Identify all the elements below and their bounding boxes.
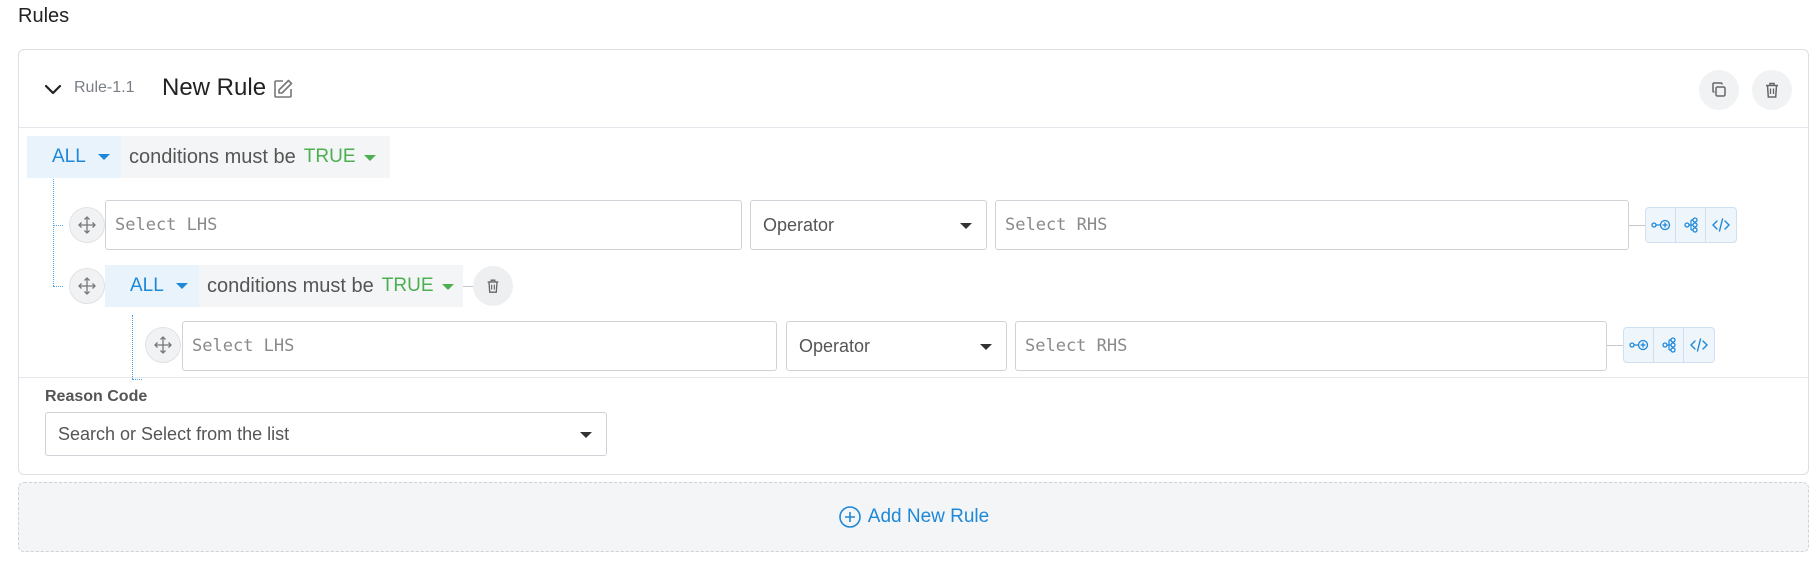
tree-connector (53, 225, 63, 226)
add-new-rule-button[interactable]: Add New Rule (18, 482, 1809, 552)
operator-select[interactable]: Operator (750, 200, 987, 250)
condition-actions (1645, 207, 1737, 243)
rhs-input[interactable] (1015, 321, 1607, 371)
rule-card: Rule-1.1 New Rule ALL conditions must be… (18, 49, 1809, 475)
trash-icon (487, 279, 499, 293)
reason-code-placeholder: Search or Select from the list (58, 423, 290, 444)
move-icon (78, 277, 96, 295)
group-header: ALL conditions must be TRUE (27, 136, 390, 178)
combinator-value: ALL (52, 146, 86, 167)
nested-group-header: ALL conditions must be TRUE (105, 265, 463, 307)
operator-value: Operator (799, 335, 871, 356)
code-button[interactable] (1706, 208, 1736, 242)
add-condition-button[interactable] (1624, 328, 1654, 362)
reason-code-label: Reason Code (45, 388, 148, 405)
connector-line (1629, 225, 1645, 226)
code-icon (1712, 218, 1730, 232)
chevron-down-icon[interactable] (41, 77, 65, 101)
delete-rule-button[interactable] (1752, 70, 1792, 110)
operator-select[interactable]: Operator (786, 321, 1007, 371)
add-group-button[interactable] (1676, 208, 1706, 242)
connector-line (463, 286, 473, 287)
add-new-rule-label: Add New Rule (867, 506, 990, 527)
add-condition-icon (1628, 339, 1648, 351)
caret-down-icon (960, 223, 972, 229)
code-button[interactable] (1684, 328, 1714, 362)
truth-select[interactable]: TRUE (296, 146, 384, 168)
lhs-input[interactable] (105, 200, 742, 250)
rhs-input[interactable] (995, 200, 1629, 250)
truth-value: TRUE (303, 146, 356, 167)
truth-select[interactable]: TRUE (374, 275, 462, 297)
copy-rule-button[interactable] (1699, 70, 1739, 110)
trash-icon (1766, 82, 1778, 98)
caret-down-icon (580, 432, 592, 438)
copy-icon (1712, 82, 1726, 97)
edit-icon[interactable] (271, 77, 295, 101)
combinator-select[interactable]: ALL (27, 136, 121, 178)
section-title: Rules (18, 5, 70, 27)
rule-header: Rule-1.1 New Rule (19, 50, 1808, 128)
operator-value: Operator (763, 214, 835, 235)
lhs-input[interactable] (182, 321, 777, 371)
add-group-button[interactable] (1654, 328, 1684, 362)
rule-name: New Rule (162, 74, 267, 101)
caret-down-icon (363, 155, 376, 161)
drag-handle[interactable] (69, 207, 105, 243)
connector-line (1607, 345, 1623, 346)
caret-down-icon (441, 284, 454, 290)
condition-actions (1623, 327, 1715, 363)
tree-connector (132, 315, 133, 379)
caret-down-icon (176, 283, 188, 289)
conditions-area: ALL conditions must be TRUE Operator (19, 128, 1808, 380)
combinator-value: ALL (130, 275, 164, 296)
add-condition-button[interactable] (1646, 208, 1676, 242)
conditions-text: conditions must be (207, 274, 374, 297)
caret-down-icon (98, 154, 110, 160)
caret-down-icon (980, 344, 992, 350)
truth-value: TRUE (381, 275, 434, 296)
combinator-select[interactable]: ALL (105, 265, 199, 307)
delete-group-button[interactable] (473, 266, 513, 306)
code-icon (1690, 338, 1708, 352)
add-group-icon (1683, 217, 1698, 233)
tree-connector (132, 379, 142, 380)
drag-handle[interactable] (145, 327, 181, 363)
tree-connector (53, 170, 54, 286)
tree-connector (53, 286, 63, 287)
drag-handle[interactable] (69, 268, 105, 304)
rule-id: Rule-1.1 (74, 79, 135, 96)
plus-circle-icon (838, 506, 861, 528)
move-icon (154, 336, 172, 354)
reason-code-select[interactable]: Search or Select from the list (45, 412, 607, 456)
add-condition-icon (1650, 219, 1670, 231)
move-icon (78, 216, 96, 234)
add-group-icon (1661, 337, 1676, 353)
conditions-text: conditions must be (129, 145, 296, 168)
